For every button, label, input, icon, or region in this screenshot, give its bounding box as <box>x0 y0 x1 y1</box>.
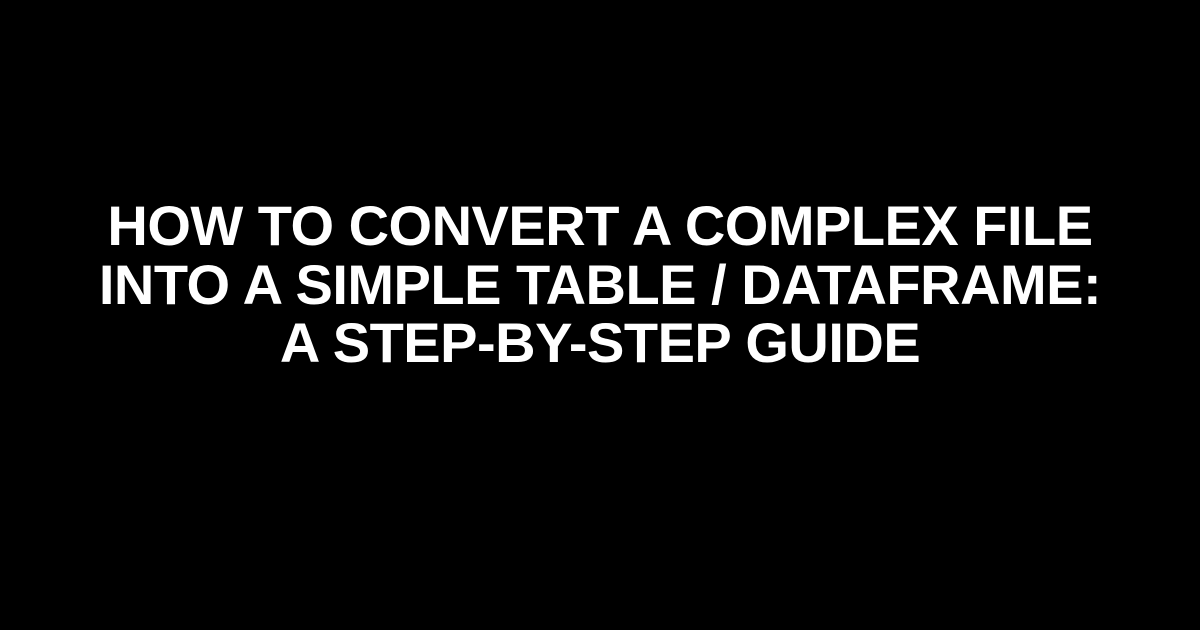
title-container: HOW TO CONVERT A COMPLEX FILE INTO A SIM… <box>0 197 1200 373</box>
page-title: HOW TO CONVERT A COMPLEX FILE INTO A SIM… <box>80 197 1120 373</box>
